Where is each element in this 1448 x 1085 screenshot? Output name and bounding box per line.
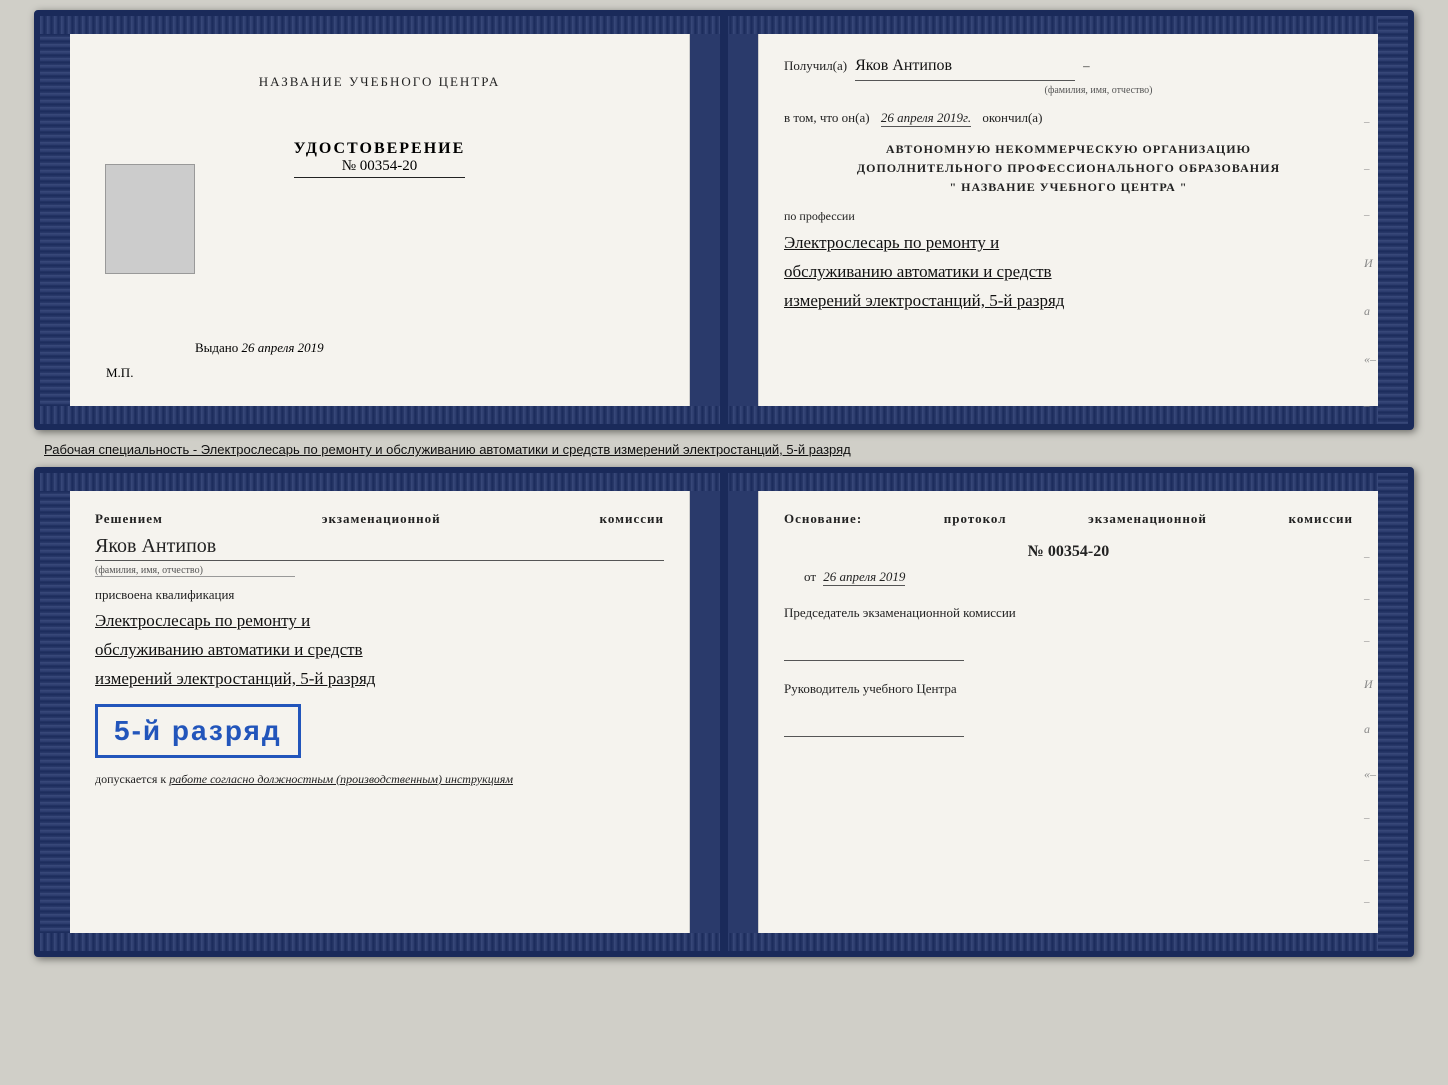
right-edge-marks-bottom: – – – И а «– – – – [1364,551,1376,908]
right-edge-marks: – – – И а «– – [1364,114,1376,414]
issued-line: Выдано 26 апреля 2019 [195,340,324,356]
allowed-text: допускается к работе согласно должностны… [95,772,664,787]
top-book: НАЗВАНИЕ УЧЕБНОГО ЦЕНТРА УДОСТОВЕРЕНИЕ №… [34,10,1414,430]
director-signature-line [784,717,964,737]
bottom-right-page: Основание: протокол экзаменационной коми… [758,491,1378,933]
cert-number: № 00354-20 [294,158,466,178]
received-label: Получил(а) [784,56,847,76]
top-left-page: НАЗВАНИЕ УЧЕБНОГО ЦЕНТРА УДОСТОВЕРЕНИЕ №… [70,34,690,406]
profession-handwritten-2: обслуживанию автоматики и средств [784,258,1353,287]
fio-label-bottom: (фамилия, имя, отчество) [95,565,295,577]
commission-decision: Решением экзаменационной комиссии [95,511,664,527]
center-spine [720,16,728,424]
top-right-page: Получил(а) Яков Антипов – (фамилия, имя,… [758,34,1378,406]
between-label: Рабочая специальность - Электрослесарь п… [34,438,1414,459]
director-block: Руководитель учебного Центра [784,681,1353,737]
fio-label-top: (фамилия, имя, отчество) [844,83,1353,98]
profession-handwritten-3: измерений электростанций, 5-й разряд [784,287,1353,316]
chairman-block: Председатель экзаменационной комиссии [784,605,1353,661]
grade-stamp: 5-й разряд [95,704,301,758]
director-title: Руководитель учебного Центра [784,681,1353,697]
person-name-bottom: Яков Антипов [95,535,664,561]
protocol-number: № 00354-20 [784,543,1353,561]
cert-title-block: УДОСТОВЕРЕНИЕ № 00354-20 [294,140,466,178]
bottom-center-spine [720,473,728,951]
qualification-3: измерений электростанций, 5-й разряд [95,665,664,694]
in-that-line: в том, что он(а) 26 апреля 2019г. окончи… [784,108,1353,128]
mp-label: М.П. [106,365,133,381]
qualification-1: Электрослесарь по ремонту и [95,607,664,636]
bottom-book: Решением экзаменационной комиссии Яков А… [34,467,1414,957]
chairman-signature-line [784,641,964,661]
profession-label: по профессии [784,207,1353,225]
protocol-date: от 26 апреля 2019 [804,569,1353,585]
qualification-2: обслуживанию автоматики и средств [95,636,664,665]
cert-word: УДОСТОВЕРЕНИЕ [294,140,466,158]
assigned-label: присвоена квалификация [95,587,664,603]
received-name: Яков Антипов [855,54,1075,81]
photo-placeholder [105,164,195,274]
chairman-title: Председатель экзаменационной комиссии [784,605,1353,621]
training-center-title: НАЗВАНИЕ УЧЕБНОГО ЦЕНТРА [259,74,500,90]
profession-handwritten-1: Электрослесарь по ремонту и [784,229,1353,258]
bottom-left-page: Решением экзаменационной комиссии Яков А… [70,491,690,933]
basis-title: Основание: протокол экзаменационной коми… [784,511,1353,527]
org-block: АВТОНОМНУЮ НЕКОММЕРЧЕСКУЮ ОРГАНИЗАЦИЮ ДО… [784,140,1353,198]
